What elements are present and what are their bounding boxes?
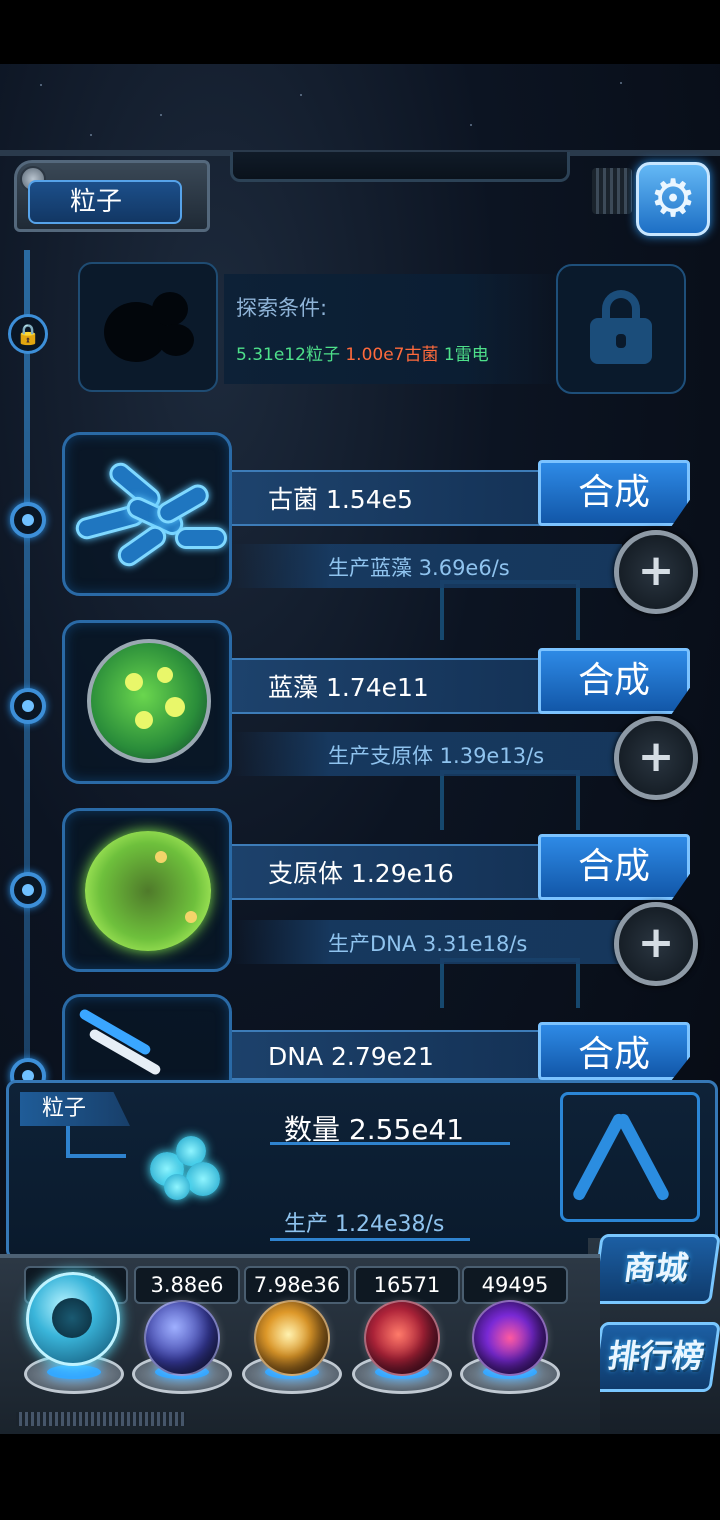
rail-lock-icon: 🔒 <box>8 314 48 354</box>
particle-orb-core <box>52 1298 92 1338</box>
explore-conditions: 5.31e12粒子 1.00e7古菌 1雷电 <box>236 340 489 365</box>
unit-card-dna <box>62 994 232 1084</box>
explore-panel <box>224 274 564 384</box>
unit-card-mycoplasma <box>62 808 232 972</box>
condition-particles: 5.31e12粒子 <box>236 345 340 365</box>
circuit-decoration <box>440 770 580 830</box>
condition-archaea: 1.00e7古菌 <box>345 345 439 365</box>
resource-value-brain: 16571 <box>354 1266 460 1304</box>
page-title: 粒子 <box>28 180 182 224</box>
nav-bar-area <box>0 1434 720 1520</box>
connector-line <box>270 1238 470 1241</box>
resource-value-vortex: 49495 <box>462 1266 568 1304</box>
rail-node <box>10 688 46 724</box>
prod-text-archaea: 生产蓝藻 3.69e6/s <box>328 556 510 580</box>
progress-rail <box>24 250 30 1080</box>
synthesize-button-dna[interactable]: 合成 <box>538 1022 690 1080</box>
vortex-orb-icon[interactable] <box>472 1300 548 1376</box>
brain-orb-icon[interactable] <box>364 1300 440 1376</box>
particle-cluster-icon <box>140 1128 240 1208</box>
synthesize-button-archaea[interactable]: 合成 <box>538 460 690 526</box>
lock-keyhole <box>616 334 626 348</box>
circuit-decoration <box>440 958 580 1008</box>
plus-button-mycoplasma[interactable]: + <box>614 902 698 986</box>
resource-value-explosion: 7.98e36 <box>244 1266 350 1304</box>
rail-node <box>10 502 46 538</box>
dna-icon <box>560 1092 700 1222</box>
prod-text-cyanobacteria: 生产支原体 1.39e13/s <box>328 744 545 768</box>
unit-name-mycoplasma: 支原体 1.29e16 <box>268 859 454 888</box>
plus-button-archaea[interactable]: + <box>614 530 698 614</box>
unit-card-cyanobacteria <box>62 620 232 784</box>
connector-line <box>66 1154 126 1158</box>
lightning-orb-icon[interactable] <box>144 1300 220 1376</box>
condition-lightning: 1雷电 <box>443 345 489 365</box>
synthesize-button-cyanobacteria[interactable]: 合成 <box>538 648 690 714</box>
gear-icon: ⚙ <box>649 169 697 229</box>
circuit-decoration <box>440 580 580 640</box>
explosion-orb-icon[interactable] <box>254 1300 330 1376</box>
resource-value-lightning: 3.88e6 <box>134 1266 240 1304</box>
prod-text-mycoplasma: 生产DNA 3.31e18/s <box>328 932 528 956</box>
connector-line <box>66 1126 70 1156</box>
unit-name-archaea: 古菌 1.54e5 <box>268 485 413 514</box>
vent-decoration <box>16 1412 186 1426</box>
leaderboard-button[interactable]: 排行榜 <box>591 1322 720 1392</box>
plus-button-cyanobacteria[interactable]: + <box>614 716 698 800</box>
vent-decoration <box>592 168 632 214</box>
unit-name-cyanobacteria: 蓝藻 1.74e11 <box>268 673 429 702</box>
settings-button[interactable]: ⚙ <box>636 162 710 236</box>
particle-count: 数量 2.55e41 <box>284 1113 465 1146</box>
frame-decoration <box>230 152 570 182</box>
particle-production: 生产 1.24e38/s <box>284 1212 445 1237</box>
stats-tag: 粒子 <box>20 1092 130 1126</box>
explore-title: 探索条件: <box>236 296 328 320</box>
shop-button[interactable]: 商城 <box>591 1234 720 1304</box>
unit-name-dna: DNA 2.79e21 <box>268 1042 434 1071</box>
synthesize-button-mycoplasma[interactable]: 合成 <box>538 834 690 900</box>
rail-node <box>10 872 46 908</box>
unknown-unit-silhouette <box>100 288 196 368</box>
status-bar-area <box>0 0 720 64</box>
unit-card-archaea <box>62 432 232 596</box>
